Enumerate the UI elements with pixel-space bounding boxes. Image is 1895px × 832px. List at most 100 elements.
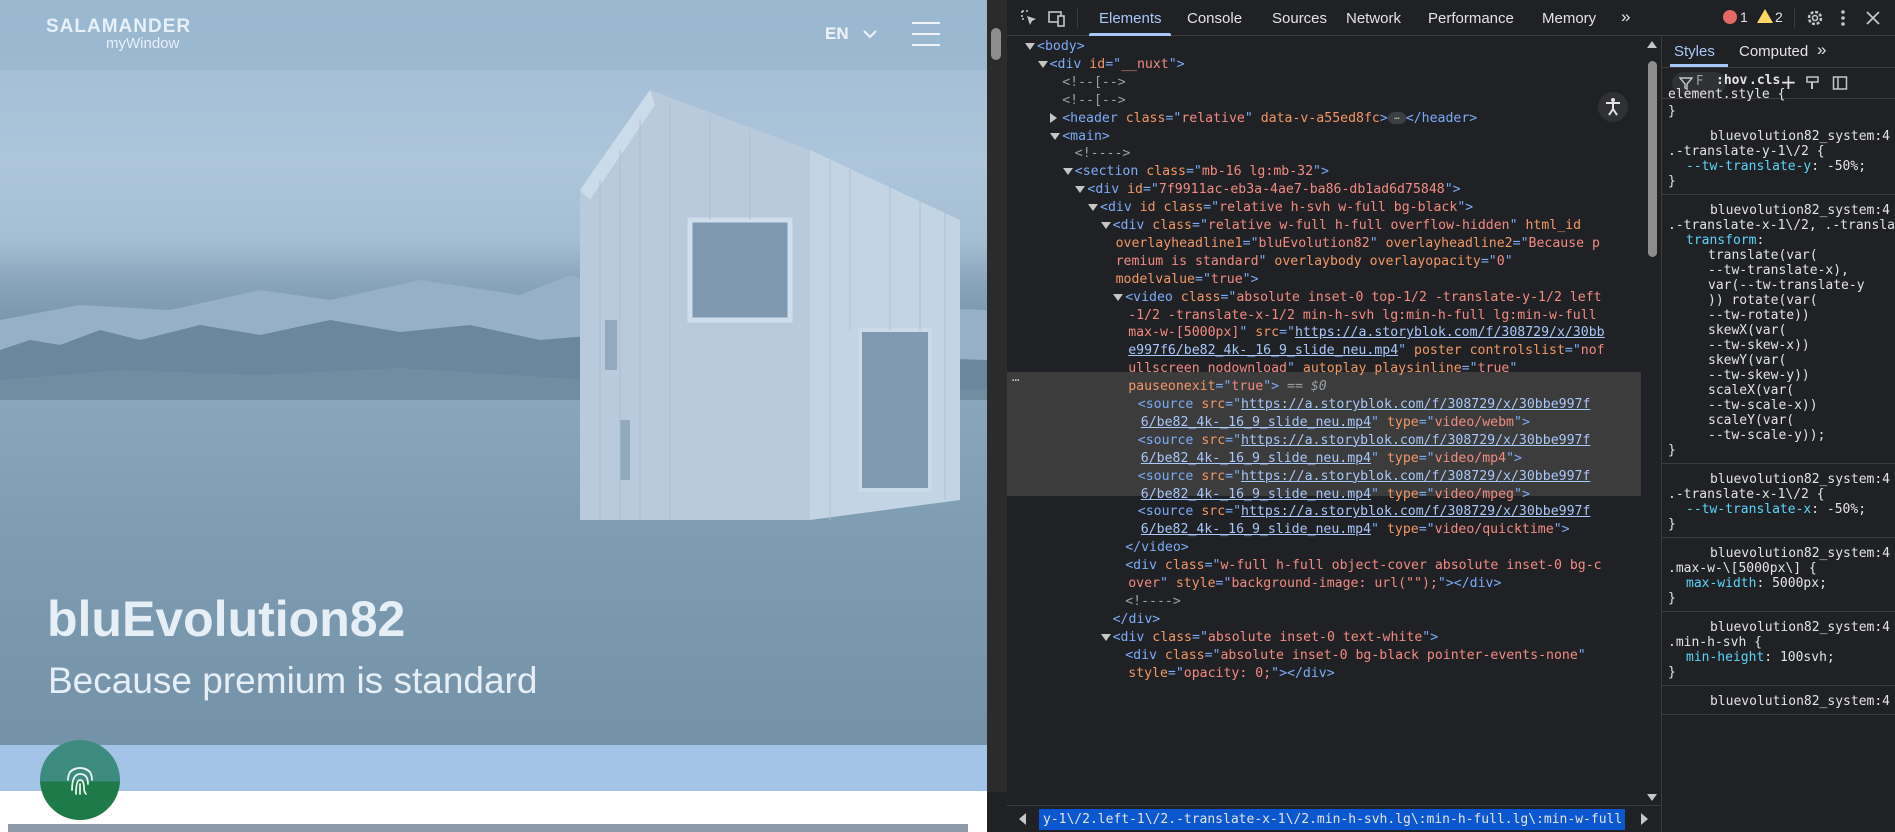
css-declaration[interactable]: --tw-rotate))	[1662, 308, 1895, 323]
expand-triangle-icon[interactable]	[1075, 186, 1086, 194]
dom-token-val: true	[1231, 379, 1264, 395]
settings-gear-icon[interactable]	[1805, 8, 1825, 28]
css-rule[interactable]: bluevolution82_system:4 .-translate-y-1\/…	[1662, 121, 1895, 195]
elements-scrollbar[interactable]	[1644, 37, 1661, 805]
error-icon[interactable]	[1723, 10, 1737, 24]
css-declaration[interactable]: --tw-scale-x))	[1662, 398, 1895, 413]
dom-token-tag: <div	[1125, 558, 1165, 574]
dom-token-tag: ">	[1506, 450, 1522, 466]
expand-triangle-icon[interactable]	[1100, 222, 1111, 229]
paint-roller-icon[interactable]	[1805, 75, 1821, 91]
hover-state-toggle[interactable]: :hov	[1716, 73, 1747, 88]
hamburger-menu-icon[interactable]	[912, 20, 940, 48]
tab-computed[interactable]: Computed	[1739, 43, 1808, 60]
expand-triangle-icon[interactable]	[1113, 293, 1124, 301]
dom-node-line[interactable]: style="opacity: 0;"></div>	[1128, 663, 1334, 684]
collapsed-triangle-icon[interactable]	[1050, 112, 1058, 123]
page-scrollbar[interactable]	[987, 0, 1007, 792]
css-declaration[interactable]: --tw-translate-y: -50%;	[1662, 159, 1895, 174]
tab-memory[interactable]: Memory	[1542, 10, 1596, 27]
fingerprint-consent-button[interactable]	[40, 740, 120, 820]
element-style-rule[interactable]: element.style {	[1668, 87, 1785, 102]
expand-triangle-icon[interactable]	[1050, 132, 1061, 140]
more-options-icon[interactable]	[1833, 8, 1853, 28]
dom-node-line[interactable]: <header class="relative" data-v-a55ed8fc…	[1050, 108, 1477, 129]
expand-triangle-icon[interactable]	[1037, 60, 1048, 68]
dom-token-val: mb-16 lg:mb-32	[1201, 164, 1314, 180]
expand-triangle-icon[interactable]	[1088, 204, 1098, 212]
css-rule-source-link[interactable]: bluevolution82_system:4	[1662, 620, 1895, 635]
css-declaration[interactable]: min-height: 100svh;	[1662, 650, 1895, 665]
device-toolbar-icon[interactable]	[1047, 8, 1067, 28]
css-rule[interactable]: bluevolution82_system:4 .-translate-x-1\/…	[1662, 464, 1895, 538]
hero-title: bluEvolution82	[47, 591, 406, 647]
css-declaration[interactable]: skewY(var(	[1662, 353, 1895, 368]
css-declaration[interactable]: transform:	[1662, 233, 1895, 248]
breadcrumb-left-arrow-icon[interactable]	[1019, 813, 1026, 825]
chevron-down-icon[interactable]	[862, 28, 878, 40]
inspect-element-icon[interactable]	[1019, 8, 1039, 28]
warning-icon[interactable]	[1757, 9, 1773, 23]
elements-scrollbar-thumb[interactable]	[1648, 61, 1657, 257]
css-rule-source-link[interactable]: bluevolution82_system:4	[1662, 129, 1895, 144]
logo-subtitle[interactable]: myWindow	[106, 35, 179, 52]
css-rule[interactable]: bluevolution82_system:4 .-translate-x-1\/…	[1662, 195, 1895, 464]
accessibility-tree-button[interactable]	[1598, 92, 1628, 122]
dom-token-val: w-full h-full object-cover absolute inse…	[1220, 558, 1602, 574]
css-declaration[interactable]: --tw-translate-x: -50%;	[1662, 502, 1895, 517]
dom-token-tag: <source	[1137, 504, 1202, 520]
css-rule-source-link[interactable]: bluevolution82_system:4	[1662, 546, 1895, 561]
css-declaration[interactable]: scaleY(var(	[1662, 413, 1895, 428]
css-rule[interactable]: bluevolution82_system:4	[1662, 686, 1895, 715]
css-declaration[interactable]: translate(var(	[1662, 248, 1895, 263]
tab-console[interactable]: Console	[1187, 10, 1242, 27]
css-selector: .-translate-x-1\/2 {	[1668, 487, 1825, 502]
page-scrollbar-thumb[interactable]	[991, 28, 1001, 60]
css-rule-source-link[interactable]: bluevolution82_system:4	[1662, 694, 1895, 709]
css-declaration[interactable]: )) rotate(var(	[1662, 293, 1895, 308]
css-rule[interactable]: bluevolution82_system:4 .max-w-\[5000px\]…	[1662, 538, 1895, 612]
toggle-sidebar-icon[interactable]	[1832, 75, 1848, 91]
expand-triangle-icon[interactable]	[1062, 168, 1073, 176]
css-declaration[interactable]: max-width: 5000px;	[1662, 576, 1895, 591]
css-declaration[interactable]: --tw-scale-y));	[1662, 428, 1895, 443]
expand-triangle-icon[interactable]	[1025, 43, 1035, 50]
css-declaration[interactable]: scaleX(var(	[1662, 383, 1895, 398]
error-count[interactable]: 1	[1740, 9, 1748, 25]
more-sidebar-tabs-button[interactable]: »	[1817, 40, 1826, 60]
tab-sources[interactable]: Sources	[1272, 10, 1327, 27]
css-rule-source-link[interactable]: bluevolution82_system:4	[1662, 472, 1895, 487]
expand-triangle-icon[interactable]	[1100, 633, 1111, 641]
dom-token-tag: "	[1258, 253, 1275, 269]
tab-elements[interactable]: Elements	[1099, 10, 1162, 27]
node-actions-icon[interactable]: ⋯	[1012, 373, 1019, 387]
css-declaration[interactable]: var(--tw-translate-y	[1662, 278, 1895, 293]
dom-token-tag: </video>	[1125, 540, 1189, 556]
dom-node-line[interactable]: over" style="background-image: url("");"…	[1128, 573, 1501, 594]
collapsed-children-badge[interactable]: …	[1387, 111, 1406, 124]
tab-styles[interactable]: Styles	[1674, 43, 1715, 60]
close-icon[interactable]	[1863, 8, 1883, 28]
css-value: --tw-rotate))	[1708, 308, 1810, 323]
more-tabs-button[interactable]: »	[1621, 7, 1630, 27]
dom-token-attr: class	[1146, 164, 1186, 180]
class-toggle[interactable]: .cls	[1749, 73, 1780, 88]
css-declaration[interactable]: --tw-skew-y))	[1662, 368, 1895, 383]
breadcrumb-right-arrow-icon[interactable]	[1641, 813, 1648, 825]
dom-token-tag: ="	[1204, 558, 1221, 574]
css-declaration[interactable]: skewX(var(	[1662, 323, 1895, 338]
dom-token-tag: ="	[1564, 343, 1581, 359]
css-declaration[interactable]: --tw-skew-x))	[1662, 338, 1895, 353]
breadcrumb-selected-node[interactable]: y-1\/2.left-1\/2.-translate-x-1\/2.min-h…	[1039, 809, 1625, 830]
css-rule-source-link[interactable]: bluevolution82_system:4	[1662, 203, 1895, 218]
tab-performance[interactable]: Performance	[1428, 10, 1514, 27]
css-declaration[interactable]: --tw-translate-x),	[1662, 263, 1895, 278]
dom-token-tag: <section	[1074, 164, 1147, 180]
dom-node-line[interactable]: 6/be82_4k-_16_9_slide_neu.mp4" type="vid…	[1141, 519, 1570, 540]
accessibility-icon	[1606, 98, 1620, 116]
css-rule[interactable]: bluevolution82_system:4 .min-h-svh {min-h…	[1662, 612, 1895, 686]
tab-network[interactable]: Network	[1346, 10, 1401, 27]
language-selector[interactable]: EN	[825, 24, 849, 44]
dom-token-tag: "	[1371, 450, 1387, 466]
warning-count[interactable]: 2	[1775, 9, 1783, 25]
